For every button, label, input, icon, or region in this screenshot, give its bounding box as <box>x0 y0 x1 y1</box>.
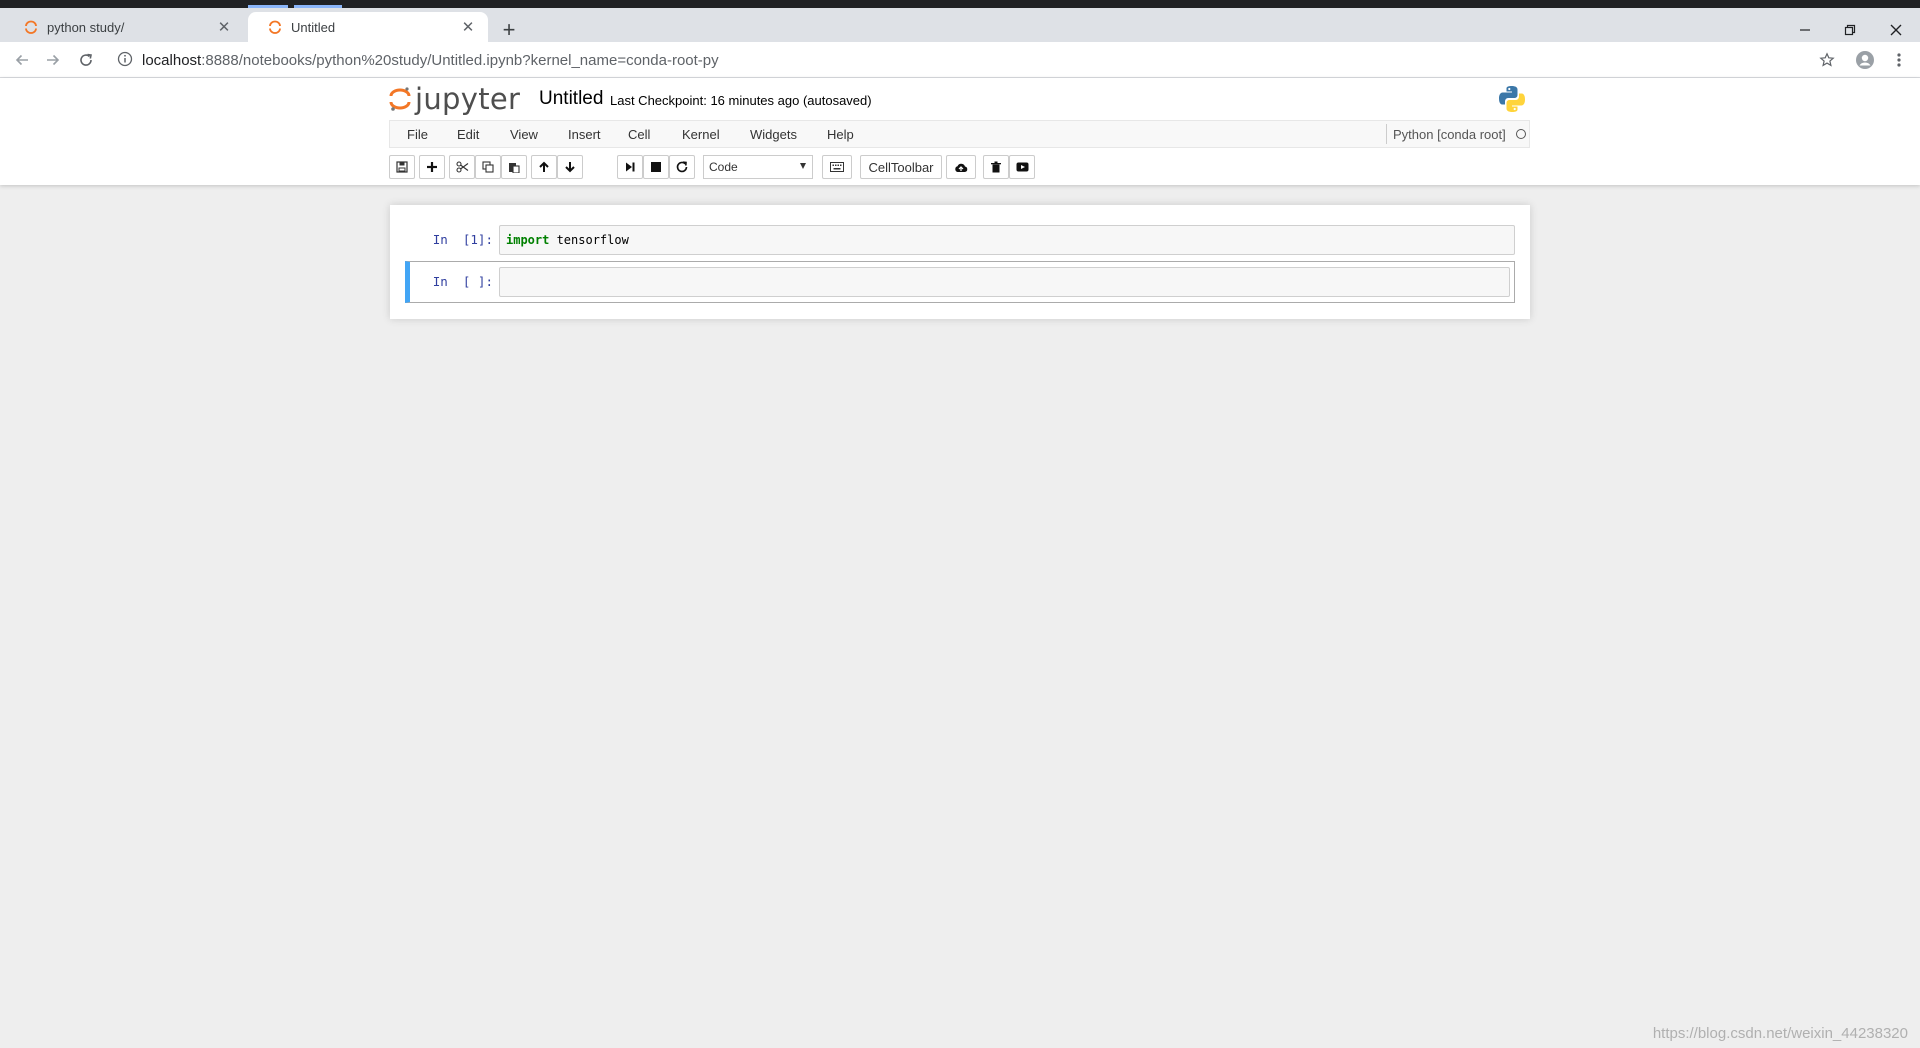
jupyter-header: jupyter Untitled Last Checkpoint: 16 min… <box>0 78 1920 185</box>
plus-icon <box>427 162 437 172</box>
menu-kernel[interactable]: Kernel <box>682 127 720 142</box>
notebook-name[interactable]: Untitled <box>539 88 603 110</box>
reload-icon[interactable] <box>74 48 98 72</box>
close-icon[interactable]: ✕ <box>460 19 476 36</box>
star-icon[interactable] <box>1815 48 1839 72</box>
python-logo-icon <box>1499 86 1525 112</box>
menu-bar: File Edit View Insert Cell Kernel Widget… <box>389 120 1530 148</box>
address-bar[interactable]: localhost:8888/notebooks/python%20study/… <box>142 52 719 69</box>
url-path: :8888/notebooks/python%20study/Untitled.… <box>201 52 719 69</box>
restore-icon[interactable] <box>1830 18 1870 42</box>
browser-toolbar: localhost:8888/notebooks/python%20study/… <box>0 42 1920 78</box>
tab-python-study[interactable]: python study/ ✕ <box>4 12 244 42</box>
jupyter-logo[interactable]: jupyter <box>389 82 520 116</box>
watermark: https://blog.csdn.net/weixin_44238320 <box>1652 1025 1908 1042</box>
save-button[interactable] <box>389 155 415 179</box>
minimize-icon[interactable] <box>1785 18 1825 42</box>
paste-icon <box>509 163 520 173</box>
menu-view[interactable]: View <box>510 127 538 142</box>
jupyter-logo-icon <box>389 87 411 111</box>
keyboard-icon <box>830 162 844 172</box>
youtube-play-icon <box>1016 162 1028 172</box>
copy-icon <box>482 161 494 173</box>
menu-cell[interactable]: Cell <box>628 127 650 142</box>
interrupt-button[interactable] <box>643 155 669 179</box>
copy-button[interactable] <box>475 155 501 179</box>
kernel-name: Python [conda root] <box>1393 126 1506 142</box>
present-button[interactable] <box>1009 155 1035 179</box>
input-prompt: In [ ]: <box>432 274 493 289</box>
save-icon <box>396 161 408 173</box>
jupyter-favicon-icon <box>269 20 281 34</box>
stop-icon <box>651 162 661 172</box>
code-text: tensorflow <box>549 233 629 247</box>
restart-button[interactable] <box>669 155 695 179</box>
cloud-upload-icon <box>955 163 968 172</box>
url-host: localhost <box>142 52 202 69</box>
code-editor[interactable] <box>499 267 1510 297</box>
step-forward-icon <box>626 162 635 172</box>
selected-code-cell[interactable]: In [ ]: <box>405 261 1515 303</box>
jupyter-logo-text: jupyter <box>415 82 521 116</box>
code-cell[interactable]: In [1]: import tensorflow <box>405 225 1515 255</box>
back-arrow-icon[interactable] <box>10 48 34 72</box>
info-icon[interactable] <box>117 51 133 67</box>
trash-icon <box>991 161 1001 173</box>
move-down-button[interactable] <box>557 155 583 179</box>
kernel-idle-icon <box>1515 129 1526 139</box>
jupyter-favicon-icon <box>25 20 37 34</box>
caret-down-icon <box>800 163 806 169</box>
delete-button[interactable] <box>983 155 1009 179</box>
refresh-icon <box>676 161 688 173</box>
cut-button[interactable] <box>449 155 475 179</box>
tab-title: Untitled <box>291 19 336 35</box>
browser-tab-bar: python study/ ✕ Untitled ✕ + <box>0 8 1920 42</box>
menu-file[interactable]: File <box>407 127 428 142</box>
run-button[interactable] <box>617 155 643 179</box>
command-palette-button[interactable] <box>822 155 852 179</box>
move-up-button[interactable] <box>531 155 557 179</box>
code-keyword: import <box>506 233 550 247</box>
paste-button[interactable] <box>501 155 527 179</box>
kernel-indicator: Python [conda root] <box>1386 124 1526 144</box>
cut-icon <box>455 161 468 173</box>
new-tab-button[interactable]: + <box>498 19 520 42</box>
menu-widgets[interactable]: Widgets <box>750 127 797 142</box>
menu-edit[interactable]: Edit <box>457 127 479 142</box>
upload-button[interactable] <box>946 155 976 179</box>
cell-type-value: Code <box>709 160 738 174</box>
window-close-icon[interactable] <box>1876 18 1916 42</box>
arrow-up-icon <box>539 161 549 172</box>
close-icon[interactable]: ✕ <box>216 19 232 36</box>
cell-type-select[interactable]: Code <box>703 155 813 179</box>
insert-cell-button[interactable] <box>419 155 445 179</box>
menu-help[interactable]: Help <box>827 127 854 142</box>
os-top-strip <box>0 0 1920 8</box>
tab-untitled[interactable]: Untitled ✕ <box>248 12 488 42</box>
notebook-container: In [1]: import tensorflow In [ ]: <box>390 205 1530 319</box>
code-editor[interactable]: import tensorflow <box>499 225 1515 255</box>
celltoolbar-button[interactable]: CellToolbar <box>860 155 942 179</box>
forward-arrow-icon[interactable] <box>41 48 65 72</box>
checkpoint-status: Last Checkpoint: 16 minutes ago (autosav… <box>610 93 872 108</box>
tab-title: python study/ <box>47 19 125 35</box>
more-vert-icon[interactable] <box>1887 48 1911 72</box>
input-prompt: In [1]: <box>432 232 493 247</box>
arrow-down-icon <box>565 162 575 173</box>
menu-insert[interactable]: Insert <box>568 127 601 142</box>
profile-avatar-icon[interactable] <box>1853 48 1877 72</box>
